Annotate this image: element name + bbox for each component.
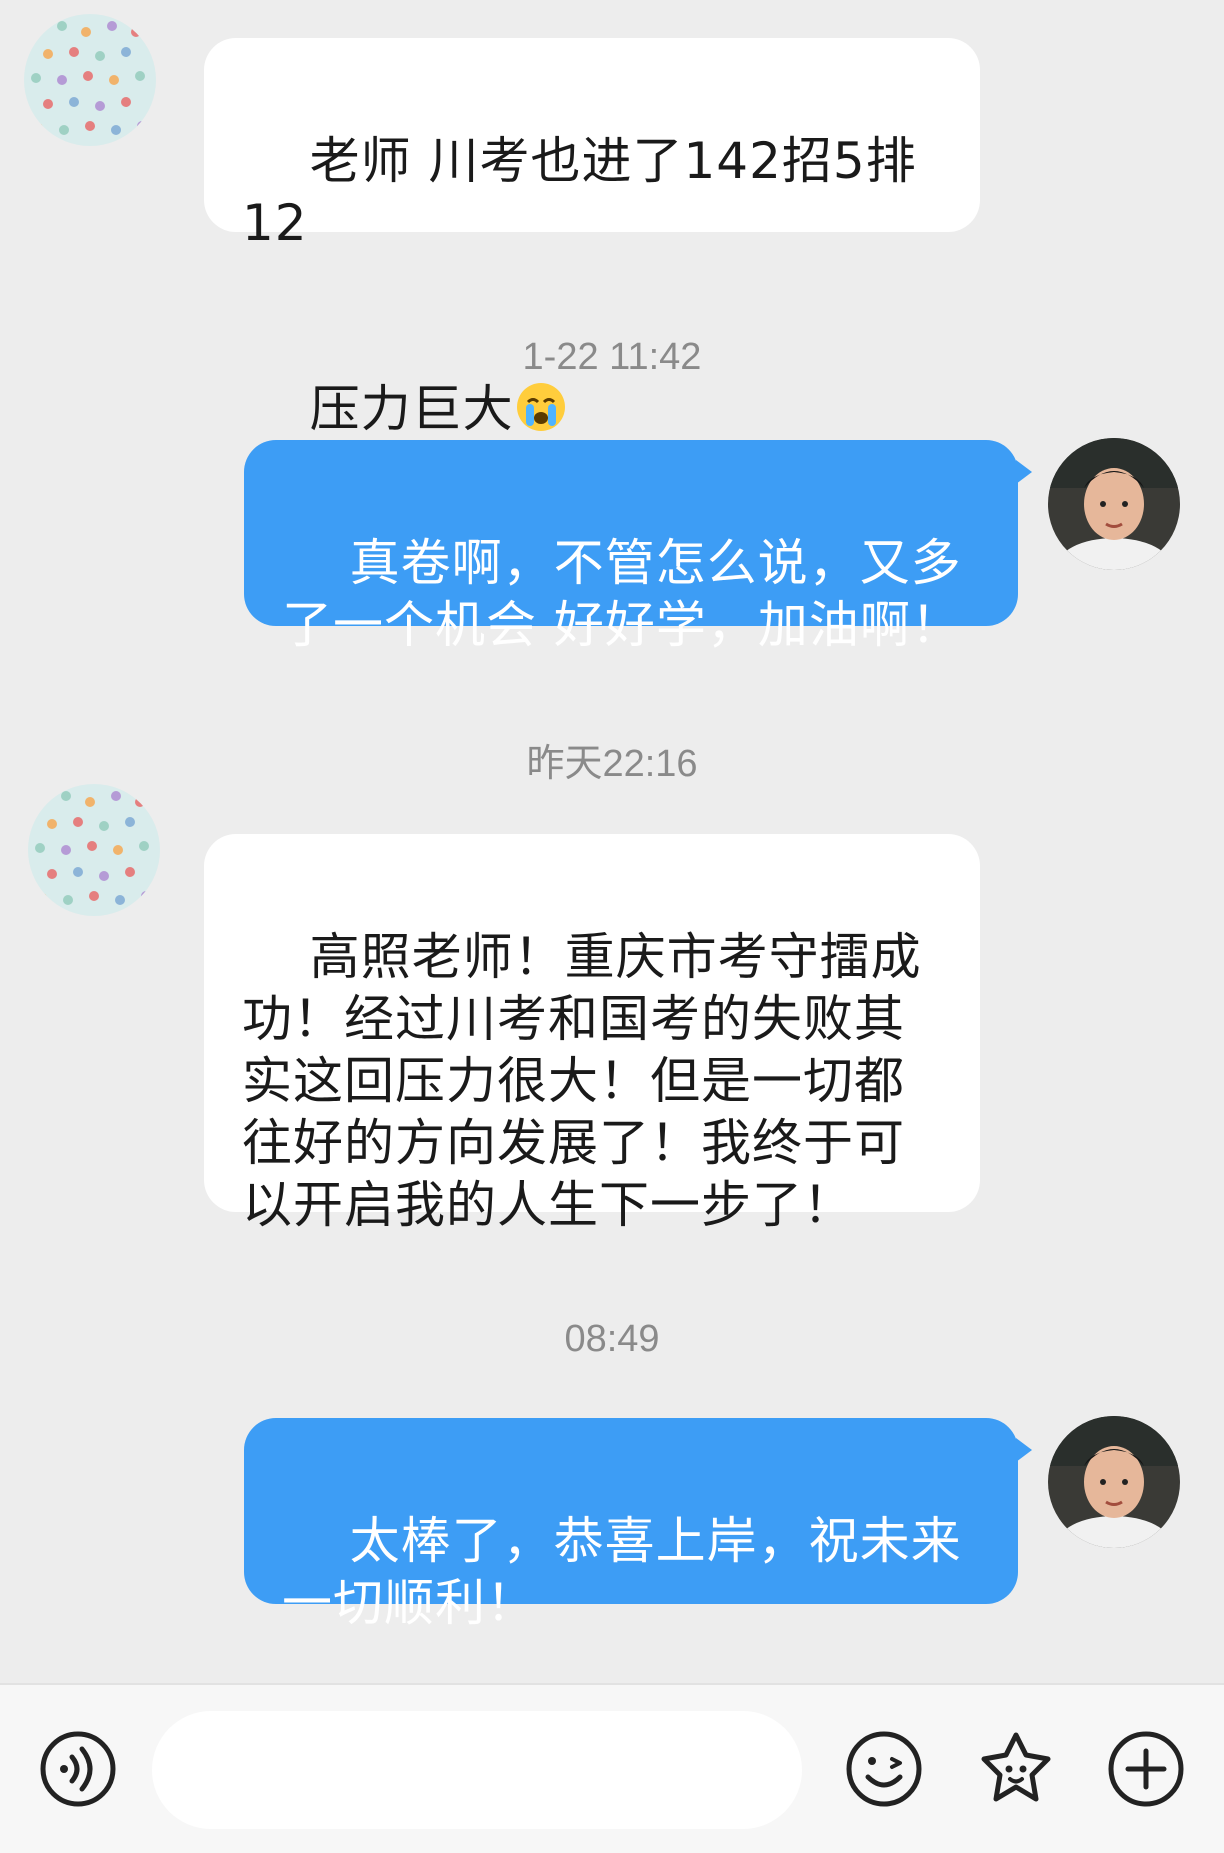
timestamp: 08:49 (564, 1318, 660, 1360)
message-text: 太棒了，恭喜上岸，祝未来一切顺利！ (282, 1512, 962, 1632)
outgoing-message-bubble[interactable]: 太棒了，恭喜上岸，祝未来一切顺利！ (244, 1418, 1032, 1632)
timestamp: 1-22 11:42 (522, 336, 702, 378)
incoming-message-bubble[interactable]: 老师 川考也进了142招5排12 压力巨大 (204, 38, 980, 438)
contact-avatar[interactable] (28, 784, 160, 916)
voice-icon[interactable] (38, 1729, 118, 1809)
message-input[interactable] (152, 1711, 802, 1829)
user-avatar[interactable] (1048, 1416, 1180, 1548)
chat-area: 老师 川考也进了142招5排12 压力巨大 1-22 11:42 真卷啊，不管怎… (0, 0, 1224, 1683)
incoming-message-bubble[interactable]: 高照老师！重庆市考守擂成功！经过川考和国考的失败其实这回压力很大！但是一切都往好… (204, 834, 980, 1234)
message-text: 高照老师！重庆市考守擂成功！经过川考和国考的失败其实这回压力很大！但是一切都往好… (242, 928, 922, 1234)
message-text-line2: 压力巨大 (309, 380, 514, 438)
user-photo-image (1048, 438, 1180, 570)
message-text-line1: 老师 川考也进了142招5排12 (242, 132, 917, 252)
polka-dot-avatar-image (28, 784, 160, 916)
contact-avatar[interactable] (24, 14, 156, 146)
timestamp: 昨天22:16 (526, 743, 698, 785)
user-avatar[interactable] (1048, 438, 1180, 570)
polka-dot-avatar-image (24, 14, 156, 146)
outgoing-message-bubble[interactable]: 真卷啊，不管怎么说，又多了一个机会 好好学，加油啊！ (244, 440, 1032, 654)
message-input-bar (0, 1683, 1224, 1853)
message-text: 真卷啊，不管怎么说，又多了一个机会 好好学，加油啊！ (282, 534, 962, 654)
emoji-icon[interactable] (844, 1729, 924, 1809)
user-photo-image (1048, 1416, 1180, 1548)
crying-emoji-icon (514, 380, 568, 434)
plus-icon[interactable] (1106, 1729, 1186, 1809)
sticker-icon[interactable] (976, 1729, 1056, 1809)
